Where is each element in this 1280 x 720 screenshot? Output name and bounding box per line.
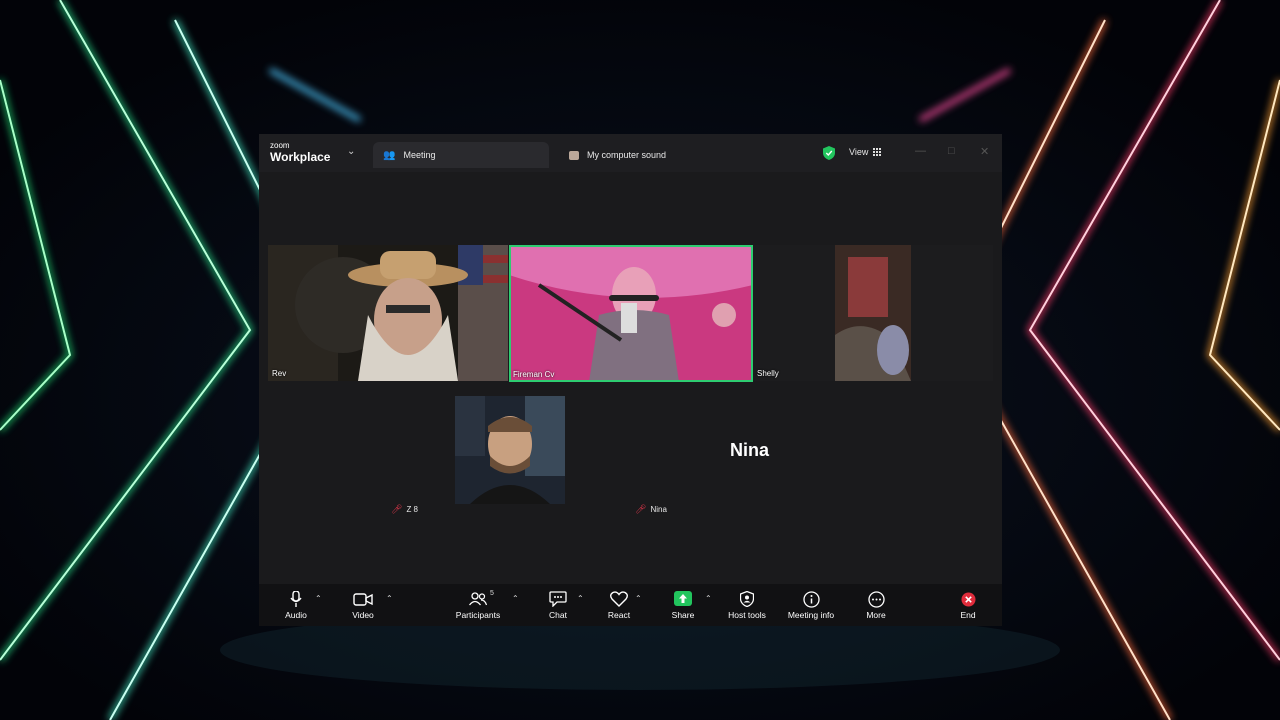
video-tile-shelly[interactable]: Shelly <box>753 245 993 381</box>
meeting-info-label: Meeting info <box>787 610 835 620</box>
react-options-caret-icon[interactable]: ⌃ <box>635 594 642 603</box>
zoom-workplace-logo[interactable]: zoom Workplace <box>270 141 331 164</box>
brand-workplace-text: Workplace <box>270 150 331 164</box>
video-feed-z8 <box>455 396 565 504</box>
host-tools-label: Host tools <box>728 610 766 620</box>
sound-share-icon <box>569 150 579 160</box>
more-label: More <box>866 610 886 620</box>
participant-name-label: Fireman Cv <box>513 370 555 379</box>
meeting-info-button[interactable]: Meeting info <box>776 590 846 620</box>
video-tile-fireman-cv[interactable]: Fireman Cv <box>509 245 753 382</box>
chat-icon <box>549 591 567 607</box>
video-tile-z8[interactable] <box>455 396 565 504</box>
microphone-icon <box>290 591 302 607</box>
audio-label: Audio <box>285 610 307 620</box>
mic-off-icon: 🎤︎ <box>635 504 647 514</box>
view-label: View <box>849 147 869 157</box>
heart-icon <box>610 591 628 607</box>
tab-computer-sound-label: My computer sound <box>587 150 667 160</box>
end-call-icon <box>961 592 975 606</box>
participants-button[interactable]: Participants <box>443 590 513 620</box>
meeting-controls-toolbar: Audio ⌃ Video ⌃ Participants 5 ⌃ Chat ⌃ … <box>259 584 1002 626</box>
video-options-caret-icon[interactable]: ⌃ <box>386 594 393 603</box>
more-button[interactable]: More <box>841 590 911 620</box>
end-button[interactable]: End <box>933 590 1002 620</box>
participants-options-caret-icon[interactable]: ⌃ <box>512 594 519 603</box>
host-shield-icon <box>740 591 754 607</box>
muted-label-nina: 🎤︎ Nina <box>635 504 667 515</box>
share-label: Share <box>671 610 695 620</box>
view-button[interactable]: View <box>849 147 882 157</box>
brand-zoom-text: zoom <box>270 141 290 150</box>
tab-meeting[interactable]: 👥 Meeting <box>373 142 549 168</box>
chat-options-caret-icon[interactable]: ⌃ <box>577 594 584 603</box>
end-label: End <box>960 610 976 620</box>
participant-name-label: Z 8 <box>406 505 418 514</box>
close-icon[interactable]: ✕ <box>980 145 989 158</box>
host-tools-button[interactable]: Host tools <box>712 590 782 620</box>
video-feed-fireman-cv <box>509 245 753 382</box>
participant-name-label: Rev <box>272 369 287 378</box>
camera-off-name-card[interactable]: Nina <box>730 440 769 461</box>
tab-computer-sound[interactable]: My computer sound <box>559 142 759 168</box>
minimize-icon[interactable]: — <box>915 145 926 157</box>
share-screen-icon <box>674 591 692 606</box>
title-bar: zoom Workplace ⌄ 👥 Meeting My computer s… <box>259 134 1002 172</box>
participants-count-badge: 5 <box>490 590 494 597</box>
video-camera-icon <box>353 592 373 606</box>
react-label: React <box>607 610 631 620</box>
react-button[interactable]: React <box>584 590 654 620</box>
zoom-window: zoom Workplace ⌄ 👥 Meeting My computer s… <box>259 134 1002 626</box>
info-icon <box>802 590 820 608</box>
security-shield-icon[interactable] <box>823 146 835 160</box>
participants-label: Participants <box>455 610 501 620</box>
mic-off-icon: 🎤︎ <box>391 504 403 514</box>
video-label: Video <box>352 610 374 620</box>
tab-meeting-label: Meeting <box>403 150 436 160</box>
participants-icon <box>469 592 487 606</box>
people-icon: 👥 <box>383 149 396 161</box>
video-feed-rev <box>268 245 508 381</box>
more-dots-icon <box>867 590 885 608</box>
chat-label: Chat <box>549 610 567 620</box>
audio-options-caret-icon[interactable]: ⌃ <box>315 594 322 603</box>
participant-name-label: Shelly <box>757 369 779 378</box>
share-options-caret-icon[interactable]: ⌃ <box>705 594 712 603</box>
chevron-down-icon[interactable]: ⌄ <box>347 146 355 157</box>
grid-icon <box>873 148 882 156</box>
video-tile-rev[interactable]: Rev <box>268 245 508 381</box>
muted-label-z8: 🎤︎ Z 8 <box>391 504 418 515</box>
maximize-icon[interactable]: □ <box>948 145 955 157</box>
participant-name-label: Nina <box>650 505 667 514</box>
video-feed-shelly <box>835 245 911 381</box>
